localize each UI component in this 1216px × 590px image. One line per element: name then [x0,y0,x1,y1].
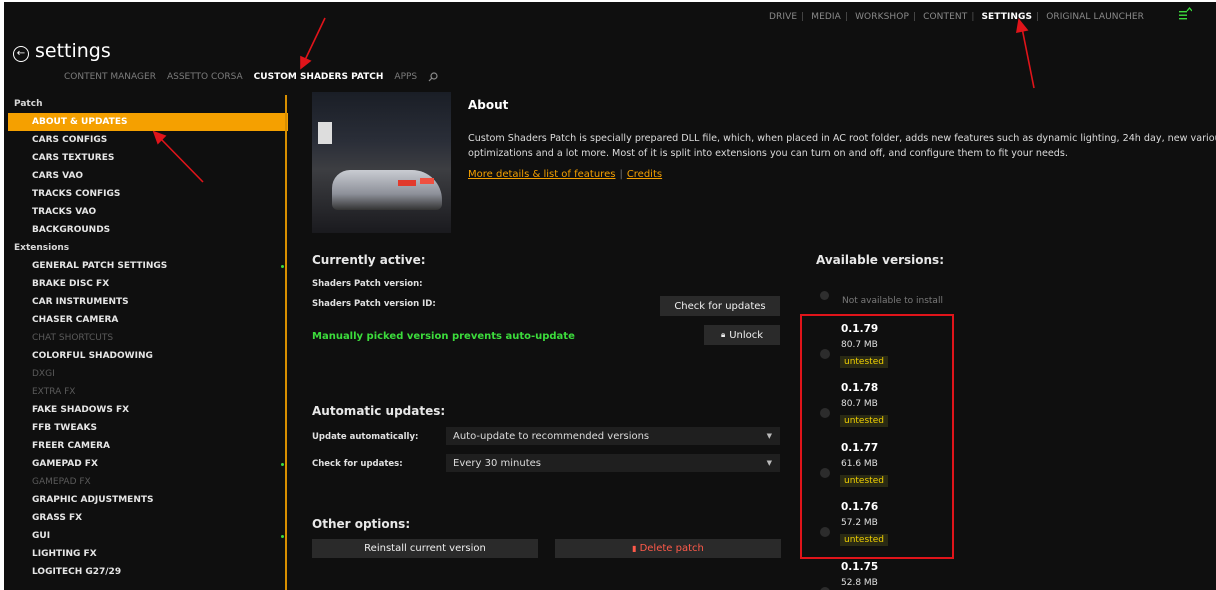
sidebar-item-freer-camera[interactable]: FREER CAMERA [4,437,288,455]
page-title: settings [35,40,111,62]
sidebar-item-lighting-fx[interactable]: LIGHTING FX [4,545,288,563]
details-link[interactable]: More details & list of features [468,169,615,180]
nav-content[interactable]: CONTENT [923,12,967,22]
tab-custom-shaders-patch[interactable]: CUSTOM SHADERS PATCH [254,72,384,82]
available-versions-heading: Available versions: [816,253,944,267]
nav-drive[interactable]: DRIVE [769,12,797,22]
currently-active-heading: Currently active: [312,253,426,267]
sidebar-item-tracks-configs[interactable]: TRACKS CONFIGS [4,185,288,203]
other-options-heading: Other options: [312,517,411,531]
sidebar-item-grass-fx[interactable]: GRASS FX [4,509,288,527]
trash-icon: ▮ [632,544,637,553]
sidebar-item-cars-vao[interactable]: CARS VAO [4,167,288,185]
sidebar-item-cars-textures[interactable]: CARS TEXTURES [4,149,288,167]
unlock-button[interactable]: 🔒︎ Unlock [704,325,780,345]
sidebar-item-gamepad-fx[interactable]: GAMEPAD FX [4,455,288,473]
back-arrow-icon[interactable]: ← [13,46,29,62]
sidebar-item-chat-shortcuts[interactable]: CHAT SHORTCUTS [4,329,288,347]
about-description: Custom Shaders Patch is specially prepar… [468,133,1216,159]
sidebar-splitter[interactable] [285,95,287,590]
check-for-updates-button[interactable]: Check for updates [660,296,780,316]
menu-icon[interactable] [1178,7,1192,21]
enabled-dot-icon [281,535,284,538]
top-navigation: DRIVE | MEDIA | WORKSHOP | CONTENT | SETTING… [768,12,1144,22]
sidebar-item-cars-configs[interactable]: CARS CONFIGS [4,131,288,149]
version-size: 52.8 MB [841,578,878,588]
sidebar-item-logitech[interactable]: LOGITECH G27/29 [4,563,288,581]
sidebar-item-ffb-tweaks[interactable]: FFB TWEAKS [4,419,288,437]
version-label: Shaders Patch version: [312,279,423,289]
sidebar: Patch ABOUT & UPDATES CARS CONFIGS CARS … [4,95,288,590]
check-for-updates-label: Check for updates: [312,459,403,469]
lock-icon: 🔒︎ [720,330,726,339]
about-title: About [468,98,509,112]
about-image [312,92,451,233]
sidebar-item-tracks-vao[interactable]: TRACKS VAO [4,203,288,221]
manual-version-note: Manually picked version prevents auto-up… [312,331,575,342]
app-window: DRIVE | MEDIA | WORKSHOP | CONTENT | SETTING… [4,2,1216,590]
version-number: 0.1.75 [841,561,879,573]
nav-settings[interactable]: SETTINGS [981,12,1032,22]
enabled-dot-icon [281,463,284,466]
sidebar-item-about-updates[interactable]: ABOUT & UPDATES [8,113,288,131]
tab-assetto-corsa[interactable]: ASSETTO CORSA [167,72,243,82]
tab-apps[interactable]: APPS [394,72,417,82]
sidebar-item-chaser-camera[interactable]: CHASER CAMERA [4,311,288,329]
enabled-dot-icon [281,265,284,268]
sidebar-item-extra-fx[interactable]: EXTRA FX [4,383,288,401]
nav-original-launcher[interactable]: ORIGINAL LAUNCHER [1046,12,1144,22]
automatic-updates-heading: Automatic updates: [312,404,446,418]
nav-workshop[interactable]: WORKSHOP [855,12,909,22]
update-automatically-select[interactable]: Auto-update to recommended versions ▼ [446,427,780,445]
version-item-0-1-75[interactable]: 0.1.75 52.8 MB [816,561,946,590]
sidebar-item-dxgi[interactable]: DXGI [4,365,288,383]
sidebar-item-brake-disc-fx[interactable]: BRAKE DISC FX [4,275,288,293]
about-links: More details & list of features | Credits [468,169,663,180]
chevron-down-icon: ▼ [766,432,772,440]
radio-button[interactable] [820,291,829,300]
check-interval-select[interactable]: Every 30 minutes ▼ [446,454,780,472]
sidebar-item-backgrounds[interactable]: BACKGROUNDS [4,221,288,239]
search-icon[interactable] [428,72,438,82]
sidebar-item-gui[interactable]: GUI [4,527,288,545]
sidebar-item-gamepad-fx-disabled[interactable]: GAMEPAD FX [4,473,288,491]
sidebar-item-graphic-adjustments[interactable]: GRAPHIC ADJUSTMENTS [4,491,288,509]
sidebar-item-colorful-shadowing[interactable]: COLORFUL SHADOWING [4,347,288,365]
sidebar-item-fake-shadows-fx[interactable]: FAKE SHADOWS FX [4,401,288,419]
settings-tabs: CONTENT MANAGER ASSETTO CORSA CUSTOM SHA… [64,72,438,82]
sidebar-item-general-patch-settings[interactable]: GENERAL PATCH SETTINGS [4,257,288,275]
sidebar-section-extensions: Extensions [14,243,70,253]
chevron-down-icon: ▼ [766,459,772,467]
sidebar-item-car-instruments[interactable]: CAR INSTRUMENTS [4,293,288,311]
reinstall-button[interactable]: Reinstall current version [312,539,538,558]
sidebar-section-patch: Patch [14,99,43,109]
delete-patch-button[interactable]: ▮ Delete patch [555,539,781,558]
tab-content-manager[interactable]: CONTENT MANAGER [64,72,156,82]
credits-link[interactable]: Credits [627,169,662,180]
version-id-label: Shaders Patch version ID: [312,299,436,309]
annotation-highlight-box [800,314,954,559]
update-automatically-label: Update automatically: [312,432,419,442]
nav-media[interactable]: MEDIA [811,12,841,22]
